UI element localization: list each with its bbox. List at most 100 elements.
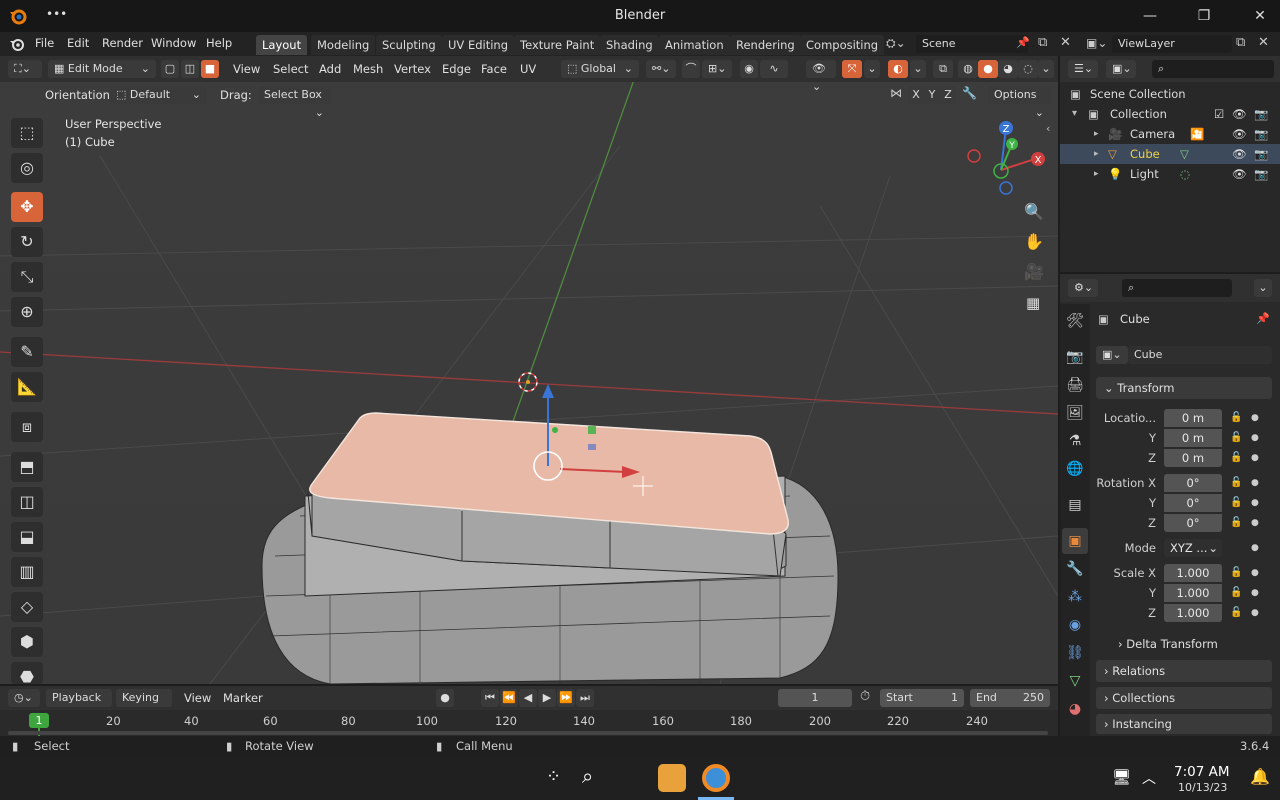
mirror-y-button[interactable]: Y bbox=[924, 86, 940, 104]
camera-render-icon[interactable]: 📷 bbox=[1254, 164, 1268, 184]
expand-arrow-icon[interactable]: ▸ bbox=[1094, 164, 1099, 184]
vertex-select-button[interactable]: ▢ bbox=[161, 60, 179, 78]
rotate-tool-icon[interactable]: ↻ bbox=[11, 227, 43, 257]
pin-icon[interactable]: 📌 bbox=[1016, 36, 1030, 49]
maximize-button[interactable]: ❐ bbox=[1190, 4, 1218, 28]
knife-tool-icon[interactable]: ◇ bbox=[11, 592, 43, 622]
lock-icon[interactable]: 🔓 bbox=[1230, 452, 1242, 463]
material-tab-icon[interactable]: ◕ bbox=[1062, 696, 1088, 722]
overlay-toggle-icon[interactable]: ◐ bbox=[888, 60, 908, 78]
lock-icon[interactable]: 🔓 bbox=[1230, 412, 1242, 423]
jump-start-icon[interactable]: ⏮ bbox=[481, 689, 499, 707]
transform-panel-header[interactable]: ⌄ Transform bbox=[1096, 377, 1272, 399]
menu-file[interactable]: File bbox=[35, 36, 54, 50]
keyframe-dot-icon[interactable]: ● bbox=[1251, 588, 1259, 598]
loop-cut-tool-icon[interactable]: ▥ bbox=[11, 557, 43, 587]
menu-edge[interactable]: Edge bbox=[442, 62, 471, 76]
location-x-field[interactable]: 0 m bbox=[1164, 409, 1222, 427]
xray-toggle-icon[interactable]: ⧉ bbox=[933, 60, 953, 78]
jump-prev-keyframe-icon[interactable]: ⏪ bbox=[500, 689, 518, 707]
blender-menu-icon[interactable] bbox=[9, 36, 25, 52]
viewlayer-field[interactable]: ViewLayer bbox=[1112, 35, 1232, 53]
object-name-field[interactable]: Cube bbox=[1128, 346, 1272, 364]
navigation-gizmo[interactable]: X Z Y bbox=[960, 118, 1052, 202]
rotation-y-field[interactable]: 0° bbox=[1164, 494, 1222, 512]
select-box-tool-icon[interactable]: ⬚ bbox=[11, 118, 43, 148]
scale-z-field[interactable]: 1.000 bbox=[1164, 604, 1222, 622]
scale-tool-icon[interactable]: ⤡ bbox=[11, 262, 43, 292]
cursor-tool-icon[interactable]: ◎ bbox=[11, 153, 43, 183]
playback-menu[interactable]: Playback⌄ bbox=[46, 689, 112, 722]
overlay-dropdown-icon[interactable]: ⌄ bbox=[910, 60, 926, 78]
tab-animation[interactable]: Animation bbox=[659, 35, 730, 55]
outliner-row-collection[interactable]: ▾ ▣ Collection ☑ 👁 📷 bbox=[1060, 104, 1280, 124]
keyframe-dot-icon[interactable]: ● bbox=[1251, 478, 1259, 488]
new-viewlayer-icon[interactable]: ⧉ bbox=[1236, 35, 1245, 50]
expand-arrow-icon[interactable]: ▸ bbox=[1094, 124, 1099, 144]
pin-icon[interactable]: 📌 bbox=[1256, 312, 1270, 325]
proportional-edit-icon[interactable]: ◉ bbox=[740, 60, 758, 78]
delta-transform-subpanel[interactable]: › Delta Transform bbox=[1118, 637, 1218, 651]
view-layer-tab-icon[interactable]: 🖼 bbox=[1062, 400, 1088, 426]
gizmo-toggle-icon[interactable]: ⤧ bbox=[842, 60, 862, 78]
snap-target-button[interactable]: ⊞⌄ bbox=[702, 60, 732, 78]
relations-panel-header[interactable]: › Relations bbox=[1096, 660, 1272, 682]
stopwatch-icon[interactable]: ⏱ bbox=[860, 689, 870, 704]
outliner-row-scene-collection[interactable]: ▣ Scene Collection bbox=[1060, 84, 1280, 104]
tab-rendering[interactable]: Rendering bbox=[730, 35, 801, 55]
orientation-dropdown[interactable]: ⬚ Default ⌄ bbox=[110, 86, 207, 104]
timeline-marker-menu[interactable]: Marker bbox=[223, 691, 263, 705]
editor-type-button[interactable]: ⛶⌄ bbox=[8, 60, 42, 78]
rotation-z-field[interactable]: 0° bbox=[1164, 514, 1222, 532]
transform-orientation-dropdown[interactable]: ⬚ Global ⌄ bbox=[561, 60, 639, 78]
clock-time[interactable]: 7:07 AM bbox=[1174, 764, 1230, 780]
camera-render-icon[interactable]: 📷 bbox=[1254, 124, 1268, 144]
tab-uv-editing[interactable]: UV Editing bbox=[442, 35, 514, 55]
tab-modeling[interactable]: Modeling bbox=[311, 35, 376, 55]
mirror-z-button[interactable]: Z bbox=[940, 86, 956, 104]
menu-render[interactable]: Render bbox=[102, 36, 143, 50]
lock-icon[interactable]: 🔓 bbox=[1230, 567, 1242, 578]
lock-icon[interactable]: 🔓 bbox=[1230, 497, 1242, 508]
eye-icon[interactable]: 👁 bbox=[1232, 104, 1247, 124]
add-cube-tool-icon[interactable]: ⧈ bbox=[11, 412, 43, 442]
app-launcher-icon[interactable]: ⁘ bbox=[546, 766, 561, 787]
clock-date[interactable]: 10/13/23 bbox=[1178, 781, 1227, 794]
output-tab-icon[interactable]: 🖨 bbox=[1062, 372, 1088, 398]
tab-layout[interactable]: Layout bbox=[256, 35, 308, 55]
store-app-icon[interactable] bbox=[658, 764, 686, 792]
keyframe-dot-icon[interactable]: ● bbox=[1251, 543, 1259, 553]
tray-chevron-icon[interactable]: ︿ bbox=[1142, 768, 1156, 788]
object-data-dropdown[interactable]: ▣⌄ bbox=[1096, 346, 1128, 364]
timeline-ruler[interactable]: 1 20 40 60 80 100 120 140 160 180 200 22… bbox=[0, 710, 1058, 736]
keying-menu[interactable]: Keying⌄ bbox=[116, 689, 172, 722]
particles-tab-icon[interactable]: ⁂ bbox=[1062, 584, 1088, 610]
gizmo-dropdown-icon[interactable]: ⌄ bbox=[864, 60, 880, 78]
timeline-editor-type-button[interactable]: ◷⌄ bbox=[8, 689, 40, 707]
render-tab-icon[interactable]: 📷 bbox=[1062, 344, 1088, 370]
instancing-panel-header[interactable]: › Instancing bbox=[1096, 714, 1272, 734]
rotation-mode-dropdown[interactable]: XYZ ... ⌄ bbox=[1164, 539, 1222, 557]
world-tab-icon[interactable]: 🌐 bbox=[1062, 456, 1088, 482]
search-icon[interactable]: ⌕ bbox=[582, 764, 593, 788]
spin-tool-icon[interactable]: ⬣ bbox=[11, 662, 43, 684]
face-select-button[interactable]: ■ bbox=[201, 60, 219, 78]
rotation-x-field[interactable]: 0° bbox=[1164, 474, 1222, 492]
timeline-scrollbar[interactable] bbox=[8, 731, 1048, 735]
outliner-row-light[interactable]: ▸ 💡 Light ◌ 👁 📷 bbox=[1060, 164, 1280, 184]
camera-render-icon[interactable]: 📷 bbox=[1254, 104, 1268, 124]
tab-texture-paint[interactable]: Texture Paint bbox=[514, 35, 601, 55]
mirror-x-button[interactable]: X bbox=[908, 86, 924, 104]
scene-selector-icon[interactable]: ⛭⌄ bbox=[886, 36, 906, 51]
lock-icon[interactable]: 🔓 bbox=[1230, 477, 1242, 488]
snap-toggle-icon[interactable]: ⌒ bbox=[682, 60, 700, 78]
menu-help[interactable]: Help bbox=[206, 36, 232, 50]
annotate-tool-icon[interactable]: ✎ bbox=[11, 337, 43, 367]
current-frame-field[interactable]: 1 bbox=[778, 689, 852, 707]
scene-field[interactable]: Scene bbox=[916, 35, 1028, 53]
visibility-button[interactable]: 👁⌄ bbox=[806, 60, 836, 93]
menu-face[interactable]: Face bbox=[481, 62, 507, 76]
wrench-icon[interactable]: 🔧 bbox=[962, 86, 977, 100]
keyframe-dot-icon[interactable]: ● bbox=[1251, 518, 1259, 528]
lock-icon[interactable]: 🔓 bbox=[1230, 432, 1242, 443]
